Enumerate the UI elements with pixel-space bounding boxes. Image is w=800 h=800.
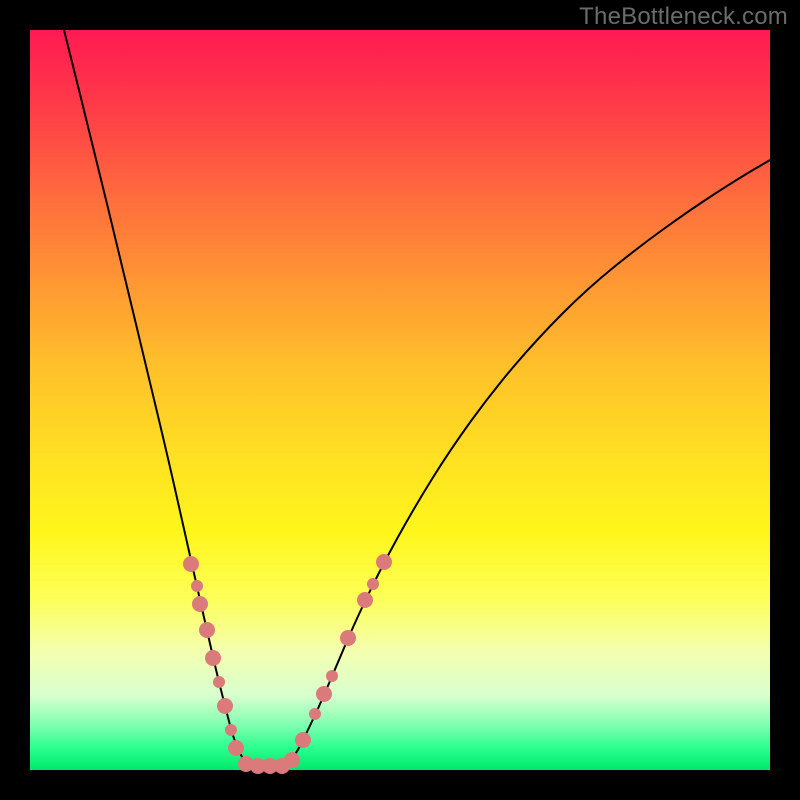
marker-dot bbox=[284, 752, 300, 768]
marker-dot bbox=[309, 708, 321, 720]
marker-dot bbox=[191, 580, 203, 592]
chart-svg bbox=[30, 30, 770, 770]
marker-dot bbox=[316, 686, 332, 702]
marker-dot bbox=[199, 622, 215, 638]
right-curve-path bbox=[286, 160, 770, 766]
marker-dot bbox=[357, 592, 373, 608]
left-curve-path bbox=[64, 30, 250, 766]
marker-dot bbox=[225, 724, 237, 736]
marker-dot bbox=[367, 578, 379, 590]
marker-dots bbox=[183, 554, 392, 774]
marker-dot bbox=[213, 676, 225, 688]
marker-dot bbox=[376, 554, 392, 570]
marker-dot bbox=[205, 650, 221, 666]
outer-frame: TheBottleneck.com bbox=[0, 0, 800, 800]
marker-dot bbox=[326, 670, 338, 682]
marker-dot bbox=[217, 698, 233, 714]
marker-dot bbox=[183, 556, 199, 572]
marker-dot bbox=[192, 596, 208, 612]
marker-dot bbox=[228, 740, 244, 756]
watermark-text: TheBottleneck.com bbox=[579, 3, 788, 31]
marker-dot bbox=[295, 732, 311, 748]
marker-dot bbox=[340, 630, 356, 646]
